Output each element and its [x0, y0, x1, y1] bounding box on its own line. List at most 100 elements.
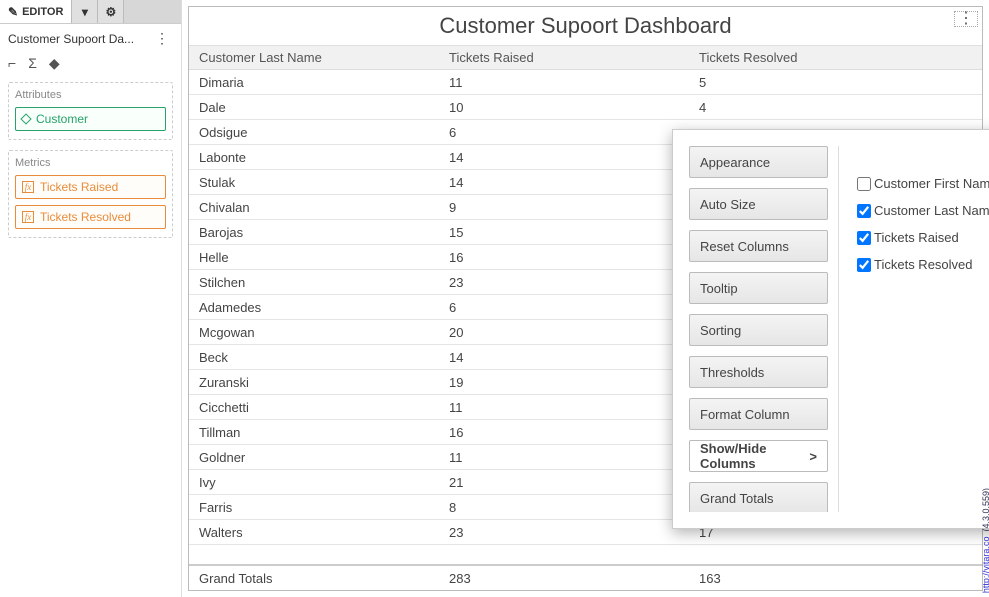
column-toggle-checkbox[interactable]	[857, 258, 871, 272]
table-cell: 4	[689, 100, 982, 115]
dialog-category-thresholds[interactable]: Thresholds	[689, 356, 828, 388]
column-toggle-label: Customer Last Name	[874, 203, 989, 218]
table-cell: 19	[439, 375, 689, 390]
fx-icon: fx	[22, 181, 34, 193]
dialog-checkbox-panel: Customer First Name Customer Last Name Tic…	[839, 146, 989, 512]
column-toggle-label: Tickets Resolved	[874, 257, 973, 272]
metric-chip-tickets-resolved[interactable]: fx Tickets Resolved	[15, 205, 166, 229]
sidebar-toolbar: ⌐ Σ ◆	[8, 53, 173, 82]
totals-label: Grand Totals	[189, 571, 439, 586]
column-header-raised[interactable]: Tickets Raised	[439, 50, 689, 65]
table-cell: Odsigue	[189, 125, 439, 140]
dialog-category-showhide[interactable]: Show/Hide Columns>	[689, 440, 828, 472]
attribute-chip-label: Customer	[36, 112, 88, 126]
table-cell: 14	[439, 175, 689, 190]
version-label: (4.3.0.559)	[981, 488, 989, 532]
table-cell: 11	[439, 400, 689, 415]
dialog-category-label: Reset Columns	[700, 239, 789, 254]
table-cell: 11	[439, 75, 689, 90]
chevron-right-icon: >	[809, 449, 817, 464]
table-cell: Dimaria	[189, 75, 439, 90]
column-toggle-row[interactable]: Customer Last Name	[857, 203, 989, 218]
dialog-category-format[interactable]: Format Column	[689, 398, 828, 430]
column-toggle-checkbox[interactable]	[857, 231, 871, 245]
dialog-category-label: Sorting	[700, 323, 741, 338]
table-cell: 23	[439, 275, 689, 290]
attributes-section: Attributes Customer	[8, 82, 173, 140]
table-cell: Dale	[189, 100, 439, 115]
table-row[interactable]: Dale104	[189, 95, 982, 120]
grid-header: Customer Last Name Tickets Raised Ticket…	[189, 46, 982, 70]
table-cell: 21	[439, 475, 689, 490]
pencil-icon: ✎	[8, 5, 18, 19]
table-cell: Tillman	[189, 425, 439, 440]
attribute-chip-customer[interactable]: Customer	[15, 107, 166, 131]
dialog-category-label: Show/Hide Columns	[700, 441, 809, 471]
dialog-category-label: Format Column	[700, 407, 790, 422]
dialog-category-appearance[interactable]: Appearance	[689, 146, 828, 178]
table-cell: Chivalan	[189, 200, 439, 215]
table-cell: Zuranski	[189, 375, 439, 390]
fx-icon: fx	[22, 211, 34, 223]
table-cell: Mcgowan	[189, 325, 439, 340]
attributes-label: Attributes	[15, 89, 166, 101]
diamond-icon	[20, 113, 31, 124]
table-cell: 16	[439, 250, 689, 265]
dialog-category-tooltip[interactable]: Tooltip	[689, 272, 828, 304]
table-cell: 9	[439, 200, 689, 215]
column-header-resolved[interactable]: Tickets Resolved	[689, 50, 982, 65]
dialog-category-label: Thresholds	[700, 365, 764, 380]
column-toggle-checkbox[interactable]	[857, 177, 871, 191]
table-cell: 14	[439, 350, 689, 365]
table-cell: 5	[689, 75, 982, 90]
table-cell: 8	[439, 500, 689, 515]
table-cell: Beck	[189, 350, 439, 365]
dialog-category-label: Auto Size	[700, 197, 756, 212]
select-tool-icon[interactable]: ⌐	[8, 55, 16, 72]
sidebar-body: Customer Supoort Da... ⋮ ⌐ Σ ◆ Attribute…	[0, 24, 181, 254]
table-cell: Adamedes	[189, 300, 439, 315]
dialog-category-label: Appearance	[700, 155, 770, 170]
metric-chip-tickets-raised[interactable]: fx Tickets Raised	[15, 175, 166, 199]
dialog-category-totals[interactable]: Grand Totals	[689, 482, 828, 512]
table-row[interactable]: Dimaria115	[189, 70, 982, 95]
funnel-icon: ▾	[82, 5, 88, 19]
column-toggle-checkbox[interactable]	[857, 204, 871, 218]
table-cell: Ivy	[189, 475, 439, 490]
tab-filter[interactable]: ▾	[72, 0, 98, 23]
dialog-category-label: Tooltip	[700, 281, 738, 296]
sidebar-tab-bar: ✎ EDITOR ▾ ⚙	[0, 0, 181, 24]
metric-chip-label: Tickets Resolved	[40, 210, 131, 224]
version-footer: http://vitara.co (4.3.0.559)	[981, 488, 989, 593]
dataset-menu[interactable]: ⋮	[151, 30, 173, 47]
table-cell: Helle	[189, 250, 439, 265]
sigma-icon[interactable]: Σ	[28, 55, 37, 72]
column-toggle-row[interactable]: Customer First Name	[857, 176, 989, 191]
report-title: Customer Supoort Dashboard	[189, 7, 982, 46]
table-cell: Barojas	[189, 225, 439, 240]
metrics-section: Metrics fx Tickets Raised fx Tickets Res…	[8, 150, 173, 238]
column-toggle-row[interactable]: Tickets Raised	[857, 230, 989, 245]
dialog-category-autosize[interactable]: Auto Size	[689, 188, 828, 220]
dialog-category-reset[interactable]: Reset Columns	[689, 230, 828, 262]
column-header-lastname[interactable]: Customer Last Name	[189, 50, 439, 65]
highlight-icon[interactable]: ◆	[49, 55, 60, 72]
table-cell: Labonte	[189, 150, 439, 165]
column-toggle-label: Customer First Name	[874, 176, 989, 191]
tab-settings[interactable]: ⚙	[98, 0, 124, 23]
table-cell: 6	[439, 125, 689, 140]
table-cell: 20	[439, 325, 689, 340]
table-cell: 15	[439, 225, 689, 240]
vitara-link[interactable]: http://vitara.co	[981, 536, 989, 593]
table-cell: 11	[439, 450, 689, 465]
dialog-category-label: Grand Totals	[700, 491, 773, 506]
totals-raised: 283	[439, 571, 689, 586]
table-cell: Stilchen	[189, 275, 439, 290]
dialog-category-sorting[interactable]: Sorting	[689, 314, 828, 346]
column-toggle-row[interactable]: Tickets Resolved	[857, 257, 989, 272]
gear-icon: ⚙	[106, 5, 117, 19]
table-cell: 14	[439, 150, 689, 165]
dialog-category-list: Appearance Auto Size Reset Columns Tooltip S…	[689, 146, 839, 512]
report-menu[interactable]: ⋮	[954, 11, 978, 27]
tab-editor[interactable]: ✎ EDITOR	[0, 0, 72, 23]
